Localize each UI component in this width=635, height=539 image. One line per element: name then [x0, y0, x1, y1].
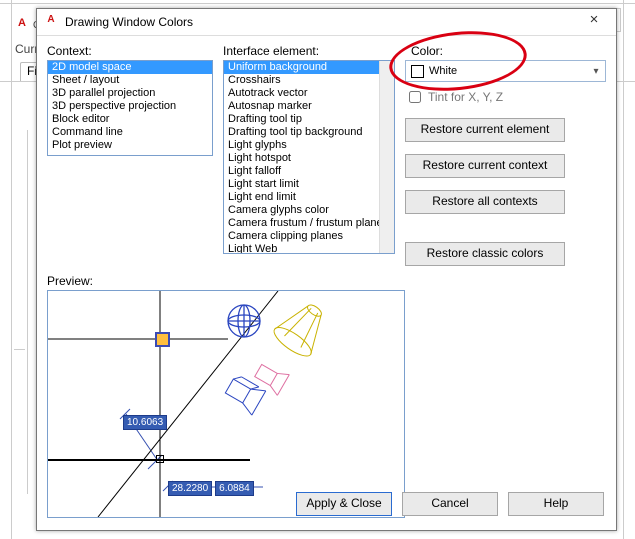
interface-element-listbox[interactable]: Uniform background Crosshairs Autotrack …	[223, 60, 395, 254]
element-item[interactable]: Light Web	[224, 243, 394, 254]
element-item[interactable]: Light end limit	[224, 191, 394, 204]
tint-checkbox-row[interactable]: Tint for X, Y, Z	[405, 88, 606, 106]
tint-checkbox[interactable]	[409, 91, 421, 103]
color-value: White	[429, 65, 587, 77]
context-item[interactable]: Block editor	[48, 113, 212, 126]
restore-classic-colors-button[interactable]: Restore classic colors	[405, 242, 565, 266]
dialog-close-button[interactable]: ×	[572, 9, 616, 35]
preview-dim1: 10.6063	[123, 415, 167, 430]
cancel-button[interactable]: Cancel	[402, 492, 498, 516]
context-item[interactable]: Command line	[48, 126, 212, 139]
context-item[interactable]: 3D perspective projection	[48, 100, 212, 113]
dialog-app-icon	[43, 14, 59, 30]
element-item[interactable]: Drafting tool tip background	[224, 126, 394, 139]
drawing-colors-dialog: Drawing Window Colors × Context: 2D mode…	[36, 8, 617, 531]
restore-all-contexts-button[interactable]: Restore all contexts	[405, 190, 565, 214]
context-item[interactable]: 3D parallel projection	[48, 87, 212, 100]
element-item[interactable]: Light start limit	[224, 178, 394, 191]
color-swatch-icon	[411, 65, 424, 78]
autosnap-marker-icon	[155, 332, 170, 347]
element-item[interactable]: Camera frustum / frustum plane	[224, 217, 394, 230]
context-listbox[interactable]: 2D model space Sheet / layout 3D paralle…	[47, 60, 213, 156]
context-label: Context:	[47, 44, 213, 58]
apply-close-button[interactable]: Apply & Close	[296, 492, 392, 516]
restore-current-context-button[interactable]: Restore current context	[405, 154, 565, 178]
color-label: Color:	[411, 44, 606, 58]
restore-current-element-button[interactable]: Restore current element	[405, 118, 565, 142]
titlebar: Drawing Window Colors ×	[37, 9, 616, 36]
context-item[interactable]: Plot preview	[48, 139, 212, 152]
preview-dim2b: 6.0884	[215, 481, 254, 496]
scrollbar[interactable]	[379, 61, 394, 253]
dialog-title: Drawing Window Colors	[65, 15, 572, 29]
element-item[interactable]: Light glyphs	[224, 139, 394, 152]
preview-dim2a: 28.2280	[168, 481, 212, 496]
app-icon	[14, 18, 30, 33]
element-item[interactable]: Camera glyphs color	[224, 204, 394, 217]
interface-element-label: Interface element:	[223, 44, 395, 58]
element-item[interactable]: Drafting tool tip	[224, 113, 394, 126]
context-item[interactable]: 2D model space	[48, 61, 212, 74]
element-item[interactable]: Uniform background	[224, 61, 394, 74]
chevron-down-icon: ▾	[587, 66, 605, 77]
element-item[interactable]: Autotrack vector	[224, 87, 394, 100]
help-button[interactable]: Help	[508, 492, 604, 516]
preview-label: Preview:	[47, 274, 606, 288]
tint-checkbox-label: Tint for X, Y, Z	[428, 90, 503, 104]
element-item[interactable]: Camera clipping planes	[224, 230, 394, 243]
element-item[interactable]: Light falloff	[224, 165, 394, 178]
color-dropdown[interactable]: White ▾	[405, 60, 606, 82]
pick-cursor-icon	[156, 455, 164, 463]
context-item[interactable]: Sheet / layout	[48, 74, 212, 87]
element-item[interactable]: Light hotspot	[224, 152, 394, 165]
preview-area: 10.6063 28.2280 6.0884	[47, 290, 405, 518]
element-item[interactable]: Autosnap marker	[224, 100, 394, 113]
element-item[interactable]: Crosshairs	[224, 74, 394, 87]
